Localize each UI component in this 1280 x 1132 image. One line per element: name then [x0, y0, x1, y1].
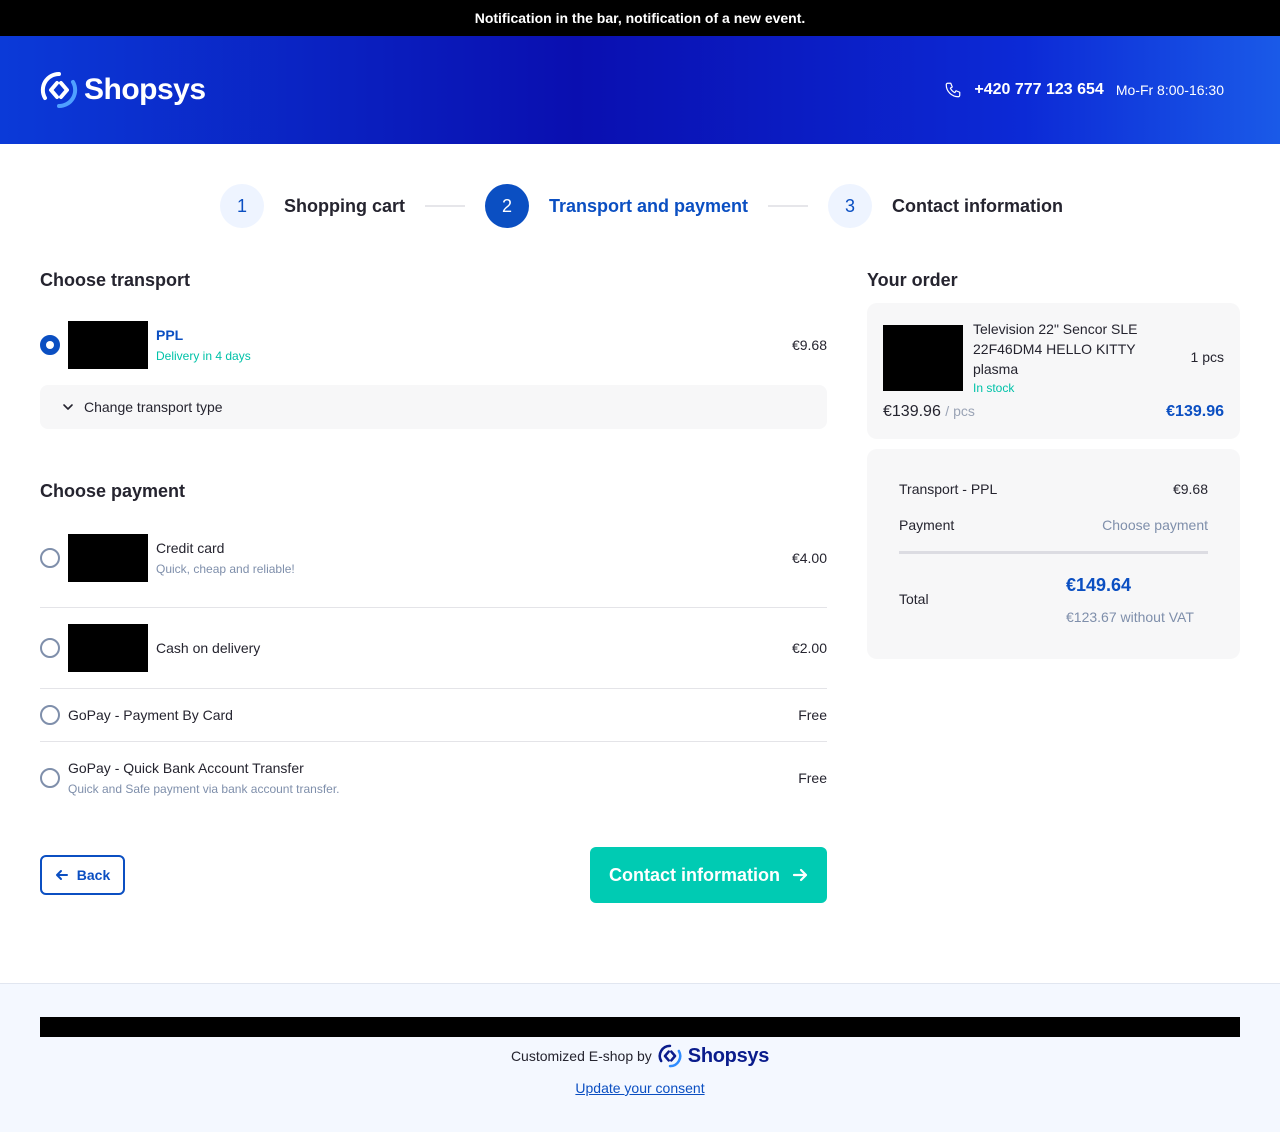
summary-transport-label: Transport - PPL	[899, 481, 998, 497]
transport-price: €9.68	[791, 337, 827, 353]
order-summary: Your order Television 22" Sencor SLE 22F…	[867, 270, 1240, 659]
unit-price-value: €139.96	[883, 403, 941, 420]
summary-payment-row: Payment Choose payment	[899, 507, 1208, 543]
summary-divider	[899, 551, 1208, 554]
footer-credit: Customized E-shop by Shopsys	[0, 1044, 1280, 1068]
notification-bar: Notification in the bar, notification of…	[0, 0, 1280, 36]
summary-transport-price: €9.68	[1172, 481, 1208, 497]
contact-information-button[interactable]: Contact information	[590, 847, 827, 903]
logo[interactable]: Shopsys	[40, 71, 206, 109]
payment-option-credit-card[interactable]: Credit card Quick, cheap and reliable! €…	[40, 524, 827, 608]
payment-description: Quick and Safe payment via bank account …	[68, 782, 340, 796]
step-number: 1	[220, 184, 264, 228]
phone-number[interactable]: +420 777 123 654	[974, 81, 1103, 99]
payment-name: Credit card	[156, 539, 225, 556]
arrow-right-icon	[792, 868, 808, 882]
payment-option-cash-on-delivery[interactable]: Cash on delivery €2.00	[40, 608, 827, 689]
transport-delivery-time: Delivery in 4 days	[156, 349, 251, 363]
step-divider	[425, 205, 465, 207]
payment-option-gopay-bank-transfer[interactable]: GoPay - Quick Bank Account Transfer Quic…	[40, 742, 827, 814]
chevron-down-icon	[63, 404, 73, 410]
footer-customized-text: Customized E-shop by	[510, 1048, 652, 1064]
payment-price: €2.00	[791, 640, 827, 656]
total-label: Total	[899, 591, 929, 607]
notification-text: Notification in the bar, notification of…	[474, 10, 806, 26]
arrow-left-icon	[55, 870, 68, 880]
back-button[interactable]: Back	[40, 855, 125, 895]
step-transport-payment: 2 Transport and payment	[485, 184, 748, 228]
product-image	[883, 325, 963, 391]
order-totals-card: Transport - PPL €9.68 Payment Choose pay…	[867, 449, 1240, 659]
shopsys-logo-icon	[658, 1044, 682, 1068]
payment-name: GoPay - Payment By Card	[68, 707, 233, 723]
product-quantity: 1 pcs	[1190, 349, 1224, 365]
site-header: Shopsys +420 777 123 654 Mo-Fr 8:00-16:3…	[0, 36, 1280, 144]
step-label: Shopping cart	[284, 195, 405, 216]
header-contact: +420 777 123 654 Mo-Fr 8:00-16:30	[944, 81, 1224, 99]
step-shopping-cart[interactable]: 1 Shopping cart	[220, 184, 405, 228]
checkout-steps: 1 Shopping cart 2 Transport and payment …	[220, 184, 1063, 228]
transport-logo	[68, 321, 148, 369]
payment-price: Free	[798, 707, 827, 723]
payment-price: Free	[798, 770, 827, 786]
payment-logo	[68, 533, 148, 582]
summary-payment-label: Payment	[899, 517, 955, 533]
checkout-navigation: Back Contact information	[40, 847, 827, 903]
total-price: €149.64	[1066, 575, 1132, 595]
footer-redacted-bar	[40, 1017, 1240, 1037]
opening-hours: Mo-Fr 8:00-16:30	[1115, 82, 1224, 98]
payment-description: Quick, cheap and reliable!	[156, 561, 295, 576]
next-button-label: Contact information	[609, 864, 780, 885]
transport-payment-section: Choose transport PPL Delivery in 4 days …	[40, 270, 827, 814]
step-divider	[768, 205, 809, 207]
transport-name: PPL	[156, 327, 184, 343]
update-consent-link[interactable]: Update your consent	[0, 1080, 1280, 1096]
back-button-label: Back	[76, 867, 111, 883]
payment-name: Cash on delivery	[156, 640, 261, 656]
step-label: Transport and payment	[549, 195, 749, 216]
order-product-card: Television 22" Sencor SLE 22F46DM4 HELLO…	[867, 303, 1240, 439]
product-name: Television 22" Sencor SLE 22F46DM4 HELLO…	[973, 321, 1138, 377]
payment-price: €4.00	[791, 549, 827, 566]
payment-logo	[68, 624, 148, 672]
shopsys-logo-icon	[40, 71, 78, 109]
total-without-vat: €123.67 without VAT	[1066, 609, 1194, 625]
payment-radio[interactable]	[40, 768, 60, 788]
site-footer: Customized E-shop by Shopsys Update your…	[0, 983, 1280, 1132]
logo-text: Shopsys	[84, 73, 206, 106]
product-total: €139.96	[1166, 403, 1224, 420]
payment-radio[interactable]	[40, 705, 60, 725]
payment-radio[interactable]	[40, 638, 60, 658]
transport-option-ppl[interactable]: PPL Delivery in 4 days €9.68	[40, 321, 827, 369]
summary-payment-value: Choose payment	[1102, 517, 1208, 533]
step-label: Contact information	[892, 195, 1064, 216]
product-unit-price: €139.96 / pcs	[883, 403, 975, 421]
payment-name: GoPay - Quick Bank Account Transfer	[68, 760, 304, 776]
unit-label: / pcs	[945, 403, 975, 419]
step-number: 2	[485, 184, 529, 228]
transport-radio[interactable]	[40, 335, 60, 355]
step-contact-information: 3 Contact information	[828, 184, 1063, 228]
payment-radio[interactable]	[40, 547, 60, 568]
product-stock: In stock	[973, 381, 1015, 395]
payment-option-gopay-card[interactable]: GoPay - Payment By Card Free	[40, 689, 827, 742]
payment-title: Choose payment	[40, 481, 186, 501]
phone-icon	[946, 82, 961, 98]
order-title: Your order	[867, 270, 958, 290]
change-transport-label: Change transport type	[84, 399, 223, 415]
transport-title: Choose transport	[40, 270, 191, 290]
step-number: 3	[828, 184, 873, 228]
footer-logo-text[interactable]: Shopsys	[688, 1045, 770, 1068]
change-transport-button[interactable]: Change transport type	[40, 385, 827, 429]
summary-transport-row: Transport - PPL €9.68	[899, 471, 1208, 507]
